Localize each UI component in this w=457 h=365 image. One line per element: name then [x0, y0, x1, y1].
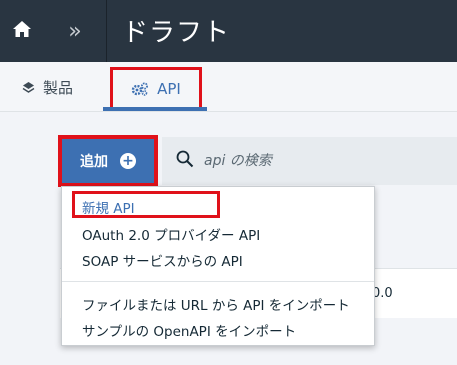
menu-item-import-sample-openapi[interactable]: サンプルの OpenAPI をインポート: [82, 320, 296, 340]
page-title: ドラフト: [122, 18, 231, 48]
topbar-divider: [106, 0, 107, 62]
menu-item-oauth-provider-api[interactable]: OAuth 2.0 プロバイダー API: [82, 224, 260, 244]
expand-nav-button[interactable]: »: [44, 0, 106, 62]
active-tab-indicator: [103, 107, 207, 111]
layers-icon: [22, 81, 35, 94]
menu-divider: [62, 281, 374, 282]
menu-item-new-api[interactable]: 新規 API: [82, 197, 135, 217]
search-bar[interactable]: [162, 137, 457, 185]
add-button[interactable]: 追加 +: [58, 135, 158, 187]
search-input[interactable]: [204, 153, 434, 169]
home-icon: [12, 20, 32, 42]
tab-api-label: API: [157, 80, 181, 98]
double-chevron-right-icon: »: [68, 18, 82, 44]
add-dropdown-menu: 新規 API OAuth 2.0 プロバイダー API SOAP サービスからの…: [61, 186, 375, 346]
tab-api[interactable]: API: [110, 67, 202, 111]
menu-item-import-file-url[interactable]: ファイルまたは URL から API をインポート: [82, 294, 350, 314]
plus-circle-icon: +: [120, 153, 136, 169]
api-version-text: 0.0: [372, 286, 393, 301]
tab-products-label: 製品: [43, 78, 74, 97]
top-bar: » ドラフト: [0, 0, 457, 62]
search-icon: [176, 150, 194, 172]
home-button[interactable]: [0, 0, 44, 62]
gears-icon: [131, 82, 149, 96]
tab-products[interactable]: 製品: [22, 62, 73, 112]
add-button-label: 追加: [80, 154, 108, 170]
tab-bar: 製品 API: [0, 62, 457, 112]
menu-item-soap-api[interactable]: SOAP サービスからの API: [82, 250, 243, 270]
